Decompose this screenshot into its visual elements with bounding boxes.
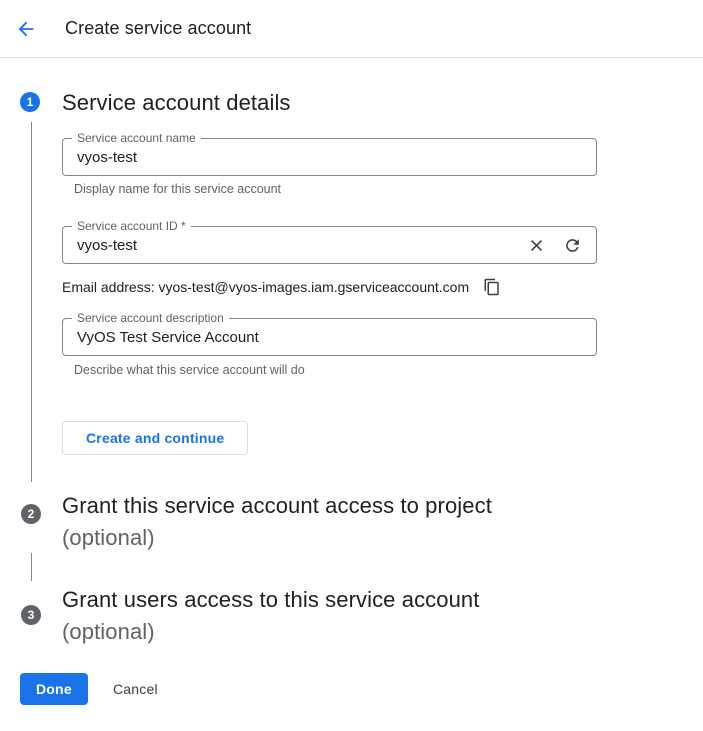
service-account-id-input[interactable] [63,227,596,263]
step-3-optional-label: (optional) [62,616,479,648]
service-account-name-helper: Display name for this service account [74,182,281,196]
copy-email-button[interactable] [482,277,502,297]
email-address-row: Email address: vyos-test@vyos-images.iam… [62,276,502,298]
stepper-connector-2 [31,553,32,581]
step-3-badge: 3 [21,605,41,625]
step-1-badge: 1 [20,92,40,112]
service-account-name-field: Service account name [62,138,597,176]
refresh-icon [563,236,582,255]
step-2-badge: 2 [21,504,41,524]
create-service-account-page: Create service account 1 Service account… [0,0,703,731]
regenerate-id-button[interactable] [560,233,584,257]
service-account-description-helper: Describe what this service account will … [74,363,305,377]
service-account-name-input[interactable] [63,139,596,175]
step-2-title: Grant this service account access to pro… [62,493,492,518]
service-account-id-field: Service account ID * [62,226,597,264]
step-3-header[interactable]: Grant users access to this service accou… [62,584,479,648]
email-address-text: Email address: vyos-test@vyos-images.iam… [62,279,469,295]
arrow-back-icon [15,18,37,40]
page-header: Create service account [0,0,703,58]
clear-icon [527,236,546,255]
create-and-continue-button[interactable]: Create and continue [62,421,248,455]
step-1-title: Service account details [62,87,291,119]
step-2-optional-label: (optional) [62,522,492,554]
stepper-connector-1 [31,122,32,482]
service-account-description-field: Service account description [62,318,597,356]
done-button[interactable]: Done [20,673,88,705]
copy-icon [483,278,501,296]
cancel-button[interactable]: Cancel [105,673,166,705]
clear-id-button[interactable] [524,233,548,257]
service-account-description-input[interactable] [63,319,596,355]
back-button[interactable] [13,16,39,42]
page-title: Create service account [65,0,251,57]
step-2-header[interactable]: Grant this service account access to pro… [62,490,492,554]
step-3-title: Grant users access to this service accou… [62,587,479,612]
